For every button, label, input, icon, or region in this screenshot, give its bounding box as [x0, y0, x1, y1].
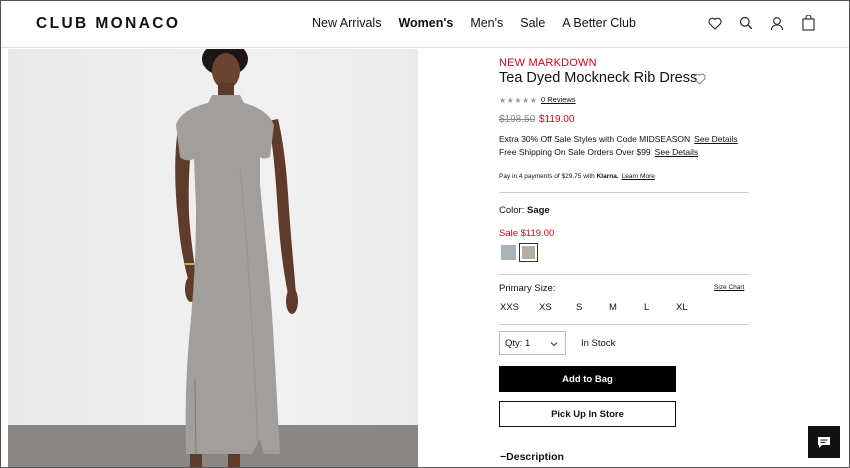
- sale-price: $119.00: [539, 114, 575, 125]
- size-option-xl[interactable]: XL: [676, 302, 688, 313]
- divider: [499, 324, 749, 325]
- promo-line-2: Free Shipping On Sale Orders Over $99 See…: [499, 147, 698, 157]
- header-icons: [707, 14, 816, 32]
- site-header: CLUB MONACO New Arrivals Women's Men's S…: [0, 0, 850, 48]
- size-option-l[interactable]: L: [644, 302, 649, 313]
- nav-womens[interactable]: Women's: [398, 16, 453, 30]
- size-label: Primary Size:: [499, 283, 556, 294]
- heart-icon[interactable]: [707, 14, 723, 32]
- nav-new-arrivals[interactable]: New Arrivals: [312, 16, 381, 30]
- size-option-s[interactable]: S: [576, 302, 582, 313]
- nav-a-better-club[interactable]: A Better Club: [562, 16, 636, 30]
- color-swatch-sage[interactable]: [519, 243, 538, 262]
- quantity-select[interactable]: Qty: 1: [499, 331, 566, 355]
- promo-see-details-1[interactable]: See Details: [694, 134, 737, 144]
- main-nav: New Arrivals Women's Men's Sale A Better…: [312, 16, 653, 30]
- klarna-learn-more[interactable]: Learn More: [622, 173, 655, 180]
- chevron-down-icon: [550, 339, 558, 350]
- wishlist-heart-icon[interactable]: [693, 72, 706, 90]
- color-swatch-blue-grey[interactable]: [501, 245, 516, 260]
- original-price: $198.50: [499, 114, 536, 125]
- sale-price-line: Sale $119.00: [499, 228, 555, 239]
- klarna-message: Pay in 4 payments of $29.75 with Klarna.…: [499, 173, 655, 180]
- quantity-value: Qty: 1: [505, 338, 531, 349]
- chat-icon[interactable]: [808, 426, 840, 458]
- size-option-xs[interactable]: XS: [539, 302, 552, 313]
- pick-up-in-store-button[interactable]: Pick Up In Store: [499, 401, 676, 427]
- promo-text-2: Free Shipping On Sale Orders Over $99: [499, 147, 651, 157]
- description-label: Description: [506, 451, 564, 463]
- bag-icon[interactable]: [800, 14, 816, 32]
- reviews-link[interactable]: 0 Reviews: [541, 95, 576, 104]
- size-option-m[interactable]: M: [609, 302, 617, 313]
- stock-status: In Stock: [581, 338, 616, 349]
- search-icon[interactable]: [738, 14, 754, 32]
- divider: [499, 274, 749, 275]
- promo-text-1: Extra 30% Off Sale Styles with Code MIDS…: [499, 134, 691, 144]
- color-label: Color: Sage: [499, 205, 550, 216]
- model-figure: [175, 49, 298, 468]
- size-option-xxs[interactable]: XXS: [500, 302, 519, 313]
- nav-sale[interactable]: Sale: [520, 16, 545, 30]
- description-toggle[interactable]: −Description: [500, 451, 564, 463]
- product-image[interactable]: [8, 49, 418, 468]
- nav-mens[interactable]: Men's: [470, 16, 503, 30]
- product-title: Tea Dyed Mockneck Rib Dress: [499, 70, 698, 86]
- markdown-badge: NEW MARKDOWN: [499, 57, 597, 69]
- rating-stars: ★★★★★: [499, 96, 538, 105]
- color-value: Sage: [526, 205, 550, 216]
- account-icon[interactable]: [769, 14, 785, 32]
- klarna-text: Pay in 4 payments of $29.75 with: [499, 173, 595, 180]
- klarna-logo: Klarna.: [596, 173, 619, 180]
- size-chart-link[interactable]: Size Chart: [714, 284, 744, 291]
- promo-line-1: Extra 30% Off Sale Styles with Code MIDS…: [499, 134, 738, 144]
- promo-see-details-2[interactable]: See Details: [655, 147, 698, 157]
- brand-logo[interactable]: CLUB MONACO: [36, 15, 180, 33]
- divider: [499, 192, 749, 193]
- add-to-bag-button[interactable]: Add to Bag: [499, 366, 676, 392]
